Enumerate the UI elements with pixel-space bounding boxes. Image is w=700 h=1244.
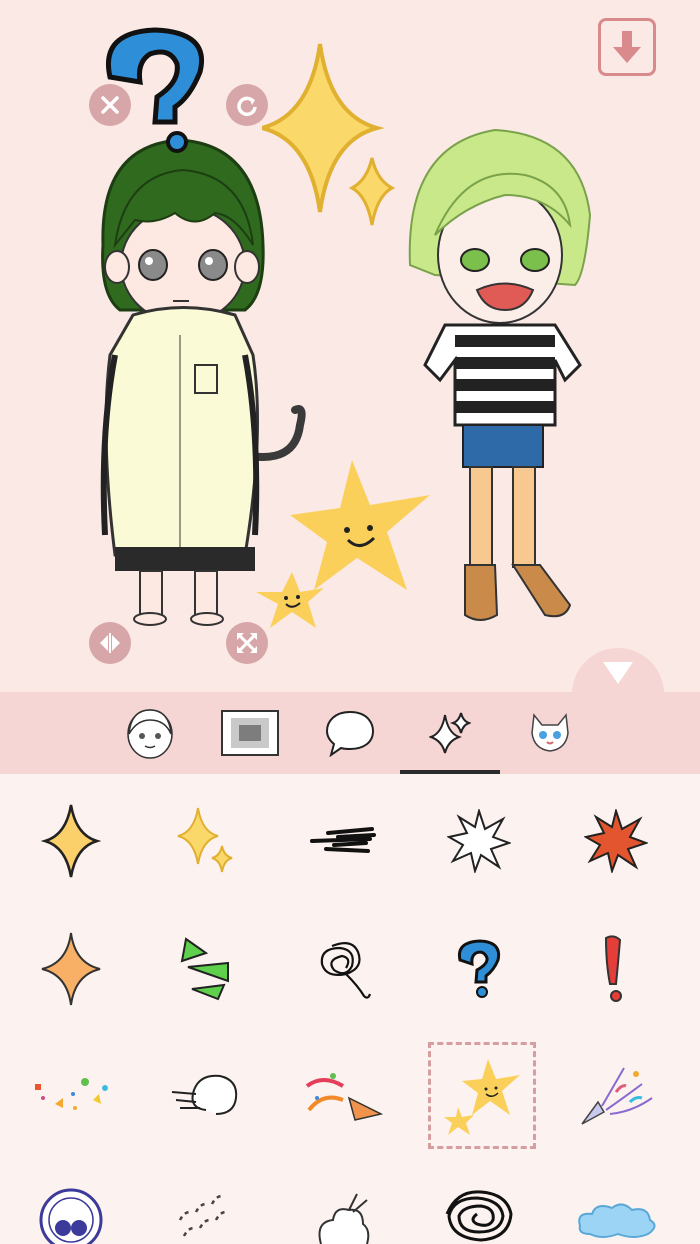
- smiling-stars-sticker[interactable]: [252, 460, 432, 645]
- character-boy[interactable]: [405, 125, 595, 630]
- sticker-wind-puff[interactable]: [151, 1041, 261, 1151]
- sparkle-sticker[interactable]: [262, 40, 402, 230]
- sparkle-icon: [429, 712, 471, 754]
- tab-pets[interactable]: [500, 692, 600, 774]
- sticker-red-burst[interactable]: [561, 786, 671, 896]
- sticker-twin-sparkles[interactable]: [151, 786, 261, 896]
- triangle-down-icon: [603, 662, 633, 684]
- tab-background[interactable]: [200, 692, 300, 774]
- sticker-speed-lines[interactable]: [288, 786, 398, 896]
- sticker-dash-lines[interactable]: [151, 1166, 261, 1244]
- tab-character[interactable]: [100, 692, 200, 774]
- category-tab-bar: [0, 692, 700, 774]
- download-arrow-icon: [613, 31, 641, 63]
- editor-canvas[interactable]: [0, 0, 700, 692]
- sticker-party-popper[interactable]: [288, 1041, 398, 1151]
- sticker-circle-stamp[interactable]: [16, 1166, 126, 1244]
- sticker-orange-sparkle[interactable]: [16, 914, 126, 1024]
- tab-speech-bubble[interactable]: [300, 692, 400, 774]
- sticker-red-exclamation[interactable]: [561, 914, 671, 1024]
- collapse-panel-button[interactable]: [572, 648, 664, 692]
- sticker-confetti-dots[interactable]: [16, 1041, 126, 1151]
- delete-sticker-button[interactable]: [89, 84, 131, 126]
- background-frame-icon: [221, 710, 279, 756]
- rotate-icon: [237, 96, 257, 117]
- sticker-black-scribble[interactable]: [424, 1166, 534, 1244]
- sticker-white-burst[interactable]: [424, 786, 534, 896]
- save-image-button[interactable]: [598, 18, 656, 76]
- sticker-scribble-knot[interactable]: [288, 914, 398, 1024]
- tab-effects[interactable]: [400, 692, 500, 774]
- sticker-yellow-sparkle[interactable]: [16, 786, 126, 896]
- character-face-icon: [127, 709, 173, 759]
- sticker-smiling-stars[interactable]: [428, 1042, 536, 1149]
- close-icon: [101, 96, 119, 114]
- rotate-sticker-button[interactable]: [226, 84, 268, 126]
- sticker-blue-cloud[interactable]: [561, 1166, 671, 1244]
- resize-sticker-button[interactable]: [226, 622, 268, 664]
- sticker-grid: [0, 774, 700, 1244]
- speech-bubble-icon: [325, 710, 375, 757]
- sticker-confetti-streamers[interactable]: [561, 1041, 671, 1151]
- resize-icon: [236, 632, 258, 654]
- flip-sticker-button[interactable]: [89, 622, 131, 664]
- cat-icon: [531, 713, 569, 752]
- sticker-blue-question-mark[interactable]: [424, 914, 534, 1024]
- sticker-smoke-puff[interactable]: [288, 1166, 398, 1244]
- sticker-green-shards[interactable]: [151, 914, 261, 1024]
- flip-icon: [100, 633, 120, 653]
